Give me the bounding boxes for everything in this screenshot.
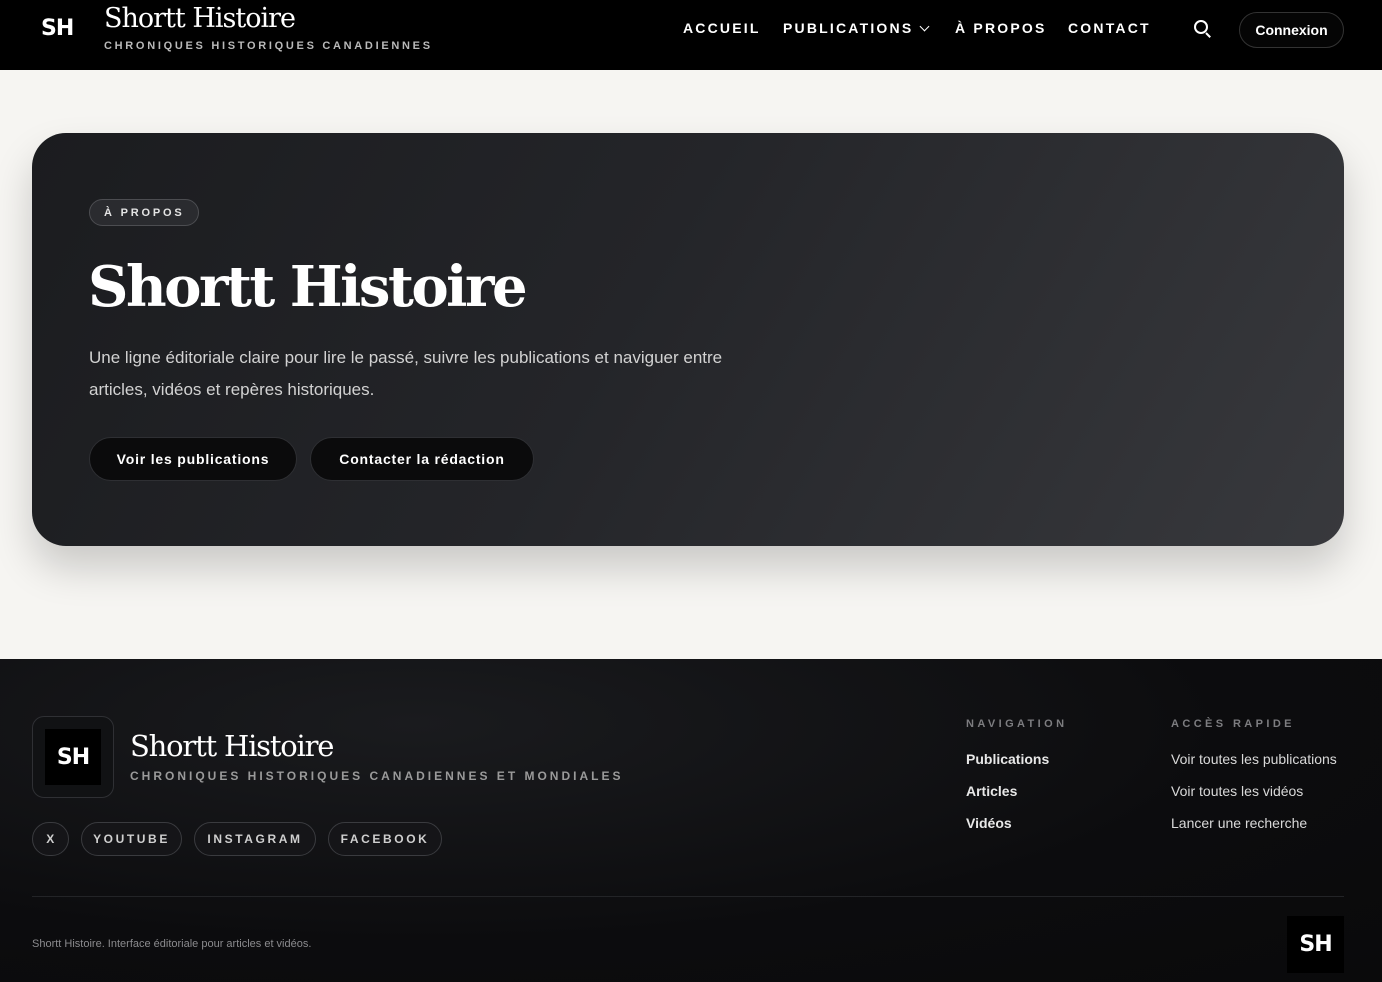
nav-item-label: À PROPOS bbox=[955, 20, 1047, 36]
chevron-down-icon bbox=[919, 21, 930, 32]
social-youtube-link[interactable]: YOUTUBE bbox=[81, 822, 182, 856]
hero-card: À PROPOS Shortt Histoire Une ligne édito… bbox=[32, 133, 1344, 546]
footer-link-videos[interactable]: Vidéos bbox=[966, 815, 1012, 831]
footer-navigation-heading: NAVIGATION bbox=[966, 718, 1068, 730]
footer-logo-frame[interactable]: SH bbox=[32, 716, 114, 798]
nav-item-contact[interactable]: CONTACT bbox=[1068, 20, 1151, 36]
search-icon[interactable] bbox=[1194, 20, 1212, 38]
nav-item-label: CONTACT bbox=[1068, 20, 1151, 36]
nav-item-label: PUBLICATIONS bbox=[783, 20, 914, 36]
footer-badge-logo[interactable]: SH bbox=[1287, 916, 1344, 973]
site-logo[interactable]: SH bbox=[41, 16, 74, 41]
footer-quick-access-heading: ACCÈS RAPIDE bbox=[1171, 718, 1295, 730]
footer-tagline: CHRONIQUES HISTORIQUES CANADIENNES ET MO… bbox=[130, 769, 624, 783]
hero-description: Une ligne éditoriale claire pour lire le… bbox=[89, 348, 723, 399]
site-header: SH Shortt Histoire CHRONIQUES HISTORIQUE… bbox=[0, 0, 1382, 70]
nav-item-label: ACCUEIL bbox=[683, 20, 761, 36]
nav-item-a-propos[interactable]: À PROPOS bbox=[955, 20, 1047, 36]
site-footer: SH Shortt Histoire CHRONIQUES HISTORIQUE… bbox=[0, 659, 1382, 982]
section-badge: À PROPOS bbox=[89, 199, 200, 226]
view-publications-button[interactable]: Voir les publications bbox=[89, 437, 297, 481]
social-instagram-link[interactable]: INSTAGRAM bbox=[194, 822, 316, 856]
login-button[interactable]: Connexion bbox=[1239, 12, 1344, 48]
footer-link-all-videos[interactable]: Voir toutes les vidéos bbox=[1171, 783, 1303, 799]
contact-editors-button[interactable]: Contacter la rédaction bbox=[310, 437, 534, 481]
nav-item-accueil[interactable]: ACCUEIL bbox=[683, 20, 761, 36]
social-facebook-link[interactable]: FACEBOOK bbox=[328, 822, 442, 856]
site-title[interactable]: Shortt Histoire bbox=[104, 3, 296, 34]
footer-logo: SH bbox=[45, 729, 101, 785]
footer-link-articles[interactable]: Articles bbox=[966, 783, 1017, 799]
footer-title: Shortt Histoire bbox=[130, 729, 334, 763]
footer-divider bbox=[32, 896, 1344, 897]
footer-copyright: Shortt Histoire. Interface éditoriale po… bbox=[32, 938, 312, 950]
footer-link-search[interactable]: Lancer une recherche bbox=[1171, 815, 1307, 831]
hero-title: Shortt Histoire bbox=[88, 254, 528, 320]
footer-link-publications[interactable]: Publications bbox=[966, 751, 1049, 767]
nav-item-publications[interactable]: PUBLICATIONS bbox=[783, 20, 930, 36]
social-x-link[interactable]: X bbox=[32, 822, 69, 856]
site-tagline: CHRONIQUES HISTORIQUES CANADIENNES bbox=[104, 40, 433, 52]
footer-link-all-publications[interactable]: Voir toutes les publications bbox=[1171, 751, 1337, 767]
